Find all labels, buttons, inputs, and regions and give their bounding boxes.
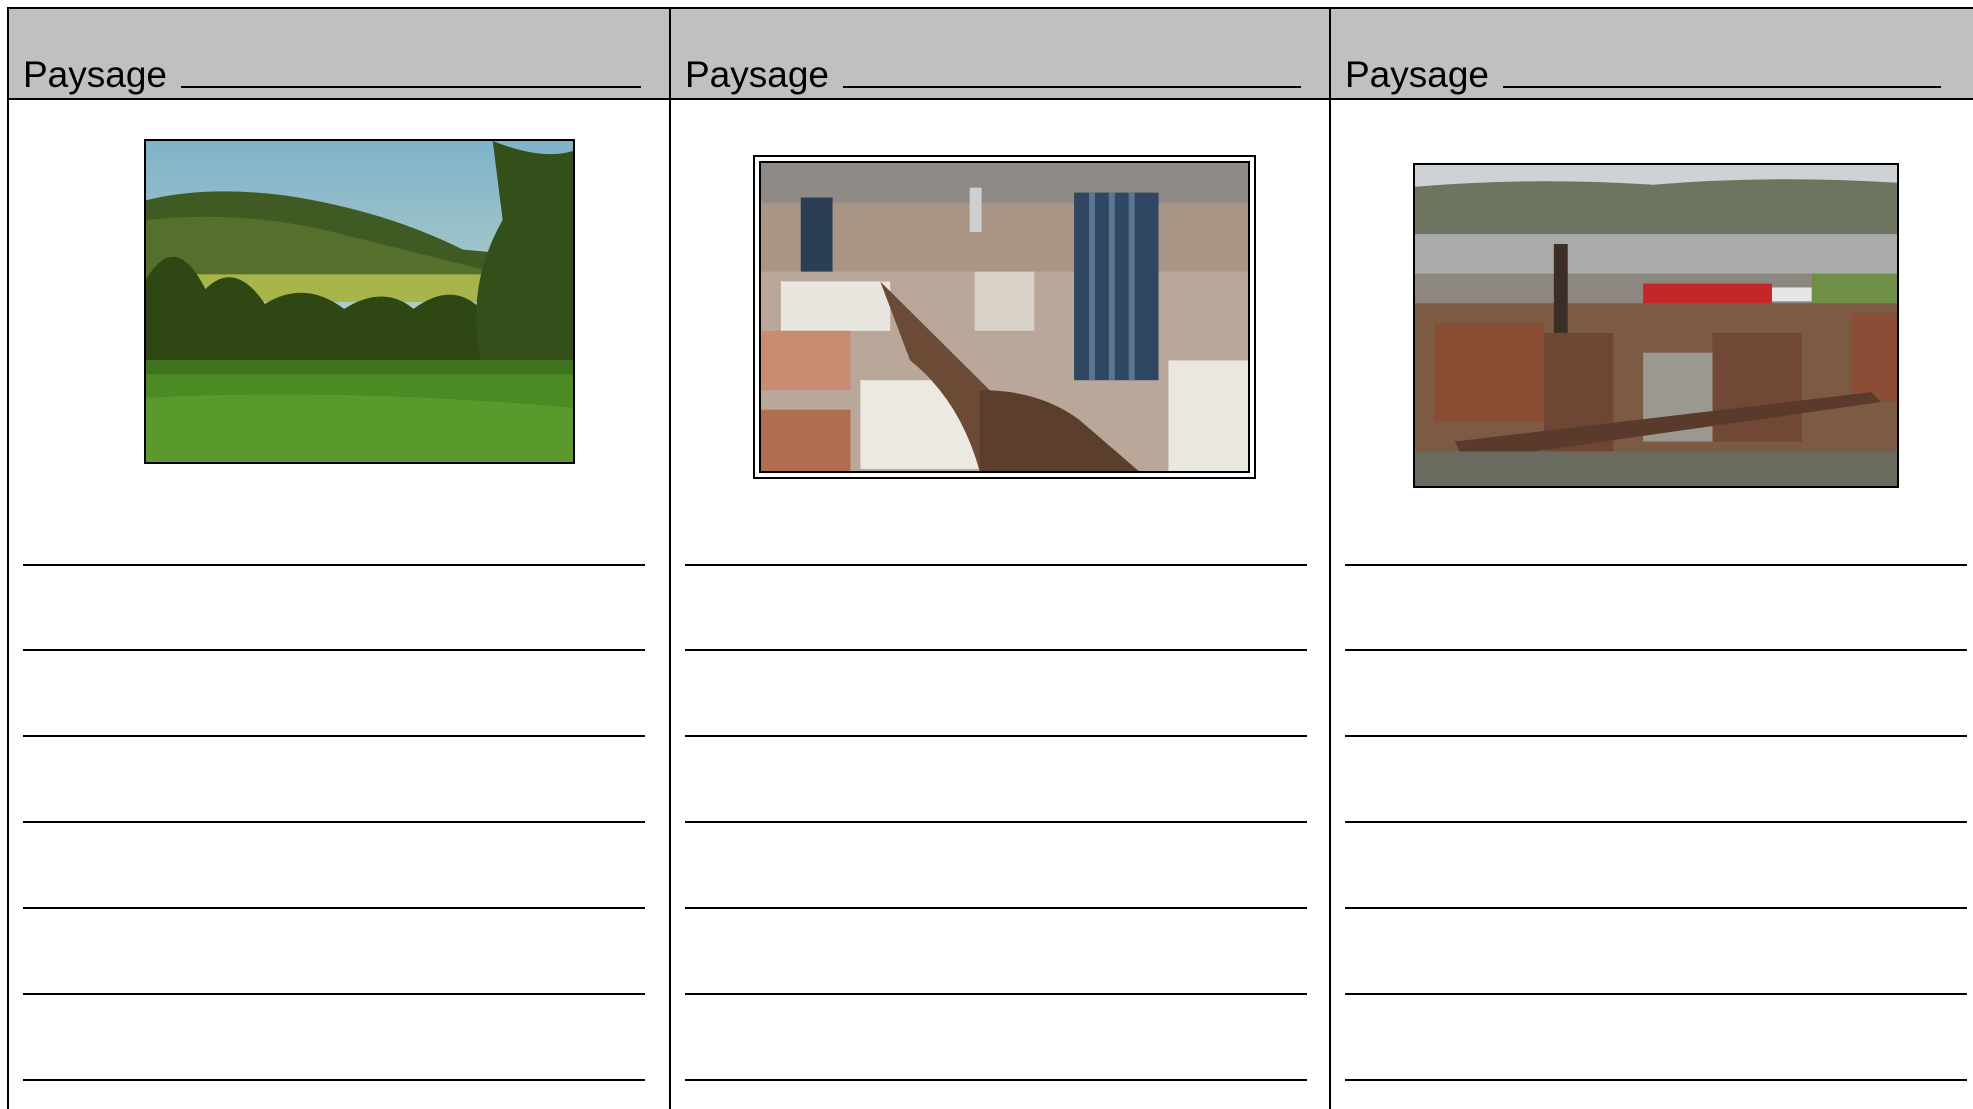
- worksheet-column-1: Paysage: [9, 9, 669, 1109]
- answer-line[interactable]: [23, 649, 645, 651]
- answer-line[interactable]: [23, 993, 645, 995]
- column-heading: Paysage: [685, 54, 829, 95]
- answer-line[interactable]: [1345, 735, 1967, 737]
- worksheet-column-2: Paysage: [669, 9, 1329, 1109]
- answer-line[interactable]: [685, 1079, 1307, 1081]
- heading-fill-in-blank[interactable]: [843, 86, 1301, 88]
- answer-line[interactable]: [23, 907, 645, 909]
- answer-line[interactable]: [1345, 649, 1967, 651]
- landscape-worksheet: Paysage Paysage Paysage: [7, 7, 1973, 1109]
- industrial-landscape-photo: [1413, 163, 1899, 488]
- column-heading: Paysage: [23, 54, 167, 95]
- column-header: Paysage: [671, 9, 1329, 100]
- answer-line[interactable]: [685, 821, 1307, 823]
- rural-landscape-photo: [144, 139, 575, 464]
- answer-line[interactable]: [685, 564, 1307, 566]
- heading-fill-in-blank[interactable]: [181, 86, 641, 88]
- answer-line[interactable]: [685, 649, 1307, 651]
- heading-fill-in-blank[interactable]: [1503, 86, 1941, 88]
- answer-line[interactable]: [1345, 564, 1967, 566]
- answer-line[interactable]: [685, 993, 1307, 995]
- answer-line[interactable]: [23, 1079, 645, 1081]
- column-header: Paysage: [9, 9, 669, 100]
- answer-line[interactable]: [23, 564, 645, 566]
- worksheet-column-3: Paysage: [1329, 9, 1973, 1109]
- column-header: Paysage: [1331, 9, 1973, 100]
- answer-line[interactable]: [23, 821, 645, 823]
- answer-line[interactable]: [1345, 821, 1967, 823]
- answer-line[interactable]: [1345, 993, 1967, 995]
- answer-line[interactable]: [23, 735, 645, 737]
- answer-line[interactable]: [685, 907, 1307, 909]
- answer-line[interactable]: [1345, 1079, 1967, 1081]
- urban-landscape-photo: [753, 155, 1256, 479]
- column-heading: Paysage: [1345, 54, 1489, 95]
- answer-line[interactable]: [685, 735, 1307, 737]
- answer-line[interactable]: [1345, 907, 1967, 909]
